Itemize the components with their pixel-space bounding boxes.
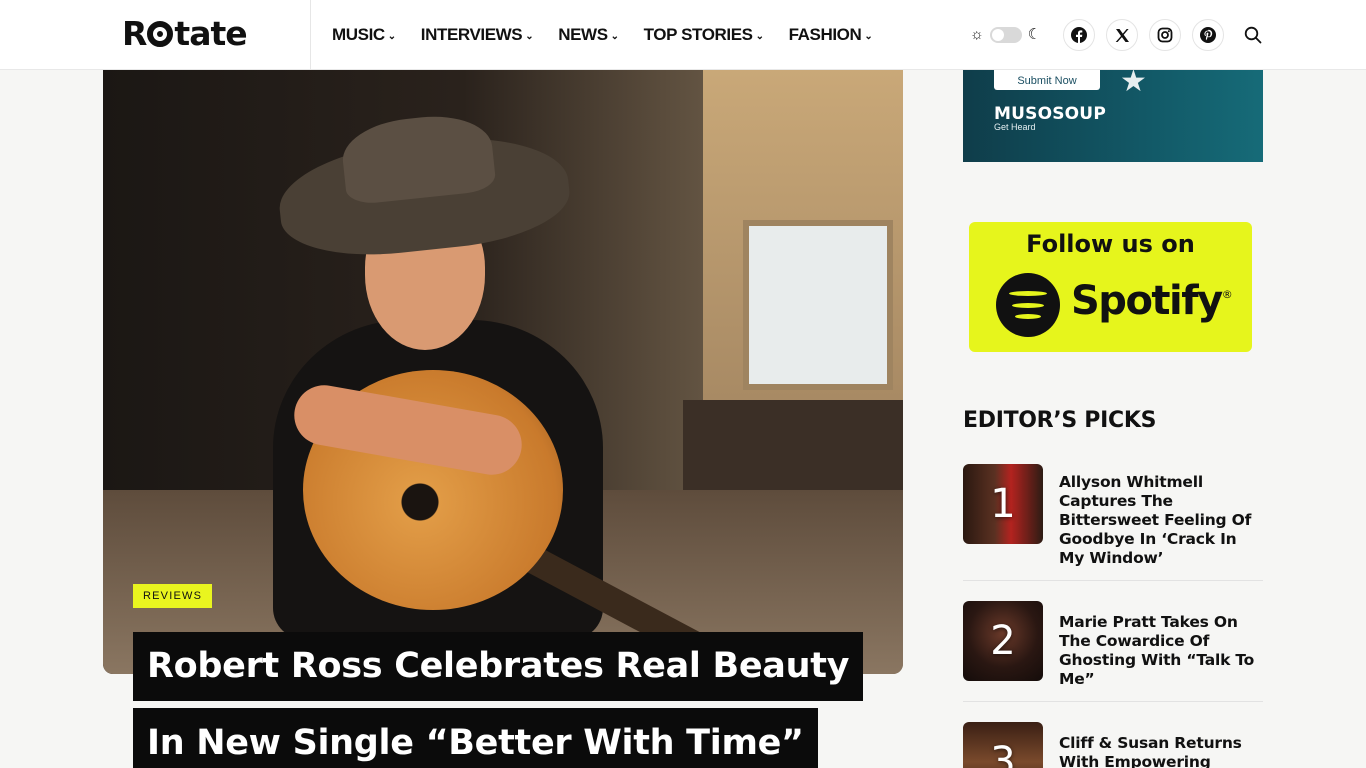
site-header: Rtate MUSIC ⌄ INTERVIEWS ⌄ NEWS ⌄ TOP STORI…: [0, 0, 1366, 70]
nav-label: FASHION: [788, 25, 862, 44]
hero-image-guitarist[interactable]: [103, 70, 903, 674]
main-nav: MUSIC ⌄ INTERVIEWS ⌄ NEWS ⌄ TOP STORIES ⌄ FA…: [332, 0, 897, 70]
nav-label: NEWS: [558, 25, 608, 44]
editors-pick-item[interactable]: 1 Allyson Whitmell Captures The Bittersw…: [963, 464, 1263, 567]
nav-label: INTERVIEWS: [420, 25, 523, 44]
logo-o-ring-icon: [147, 21, 174, 47]
dark-mode-toggle[interactable]: [989, 27, 1022, 43]
nav-label: MUSIC: [332, 25, 385, 44]
star-icon: ★: [1120, 70, 1147, 98]
editors-pick-item[interactable]: 3 Cliff & Susan Returns With Empowering: [963, 722, 1263, 768]
editors-picks-heading: EDITOR’S PICKS: [963, 408, 1157, 433]
category-badge[interactable]: REVIEWS: [133, 584, 213, 608]
hero-door-window: [743, 220, 893, 390]
musosoup-ad[interactable]: Submit Now ★ MUSOSOUP Get Heard: [963, 70, 1263, 162]
hero-doormat: [683, 400, 903, 490]
pick-title[interactable]: Cliff & Susan Returns With Empowering: [1059, 734, 1265, 768]
submit-now-button[interactable]: Submit Now: [994, 70, 1100, 90]
site-logo[interactable]: Rtate: [122, 14, 248, 54]
musosoup-tagline: Get Heard: [994, 122, 1036, 132]
x-link[interactable]: [1106, 19, 1138, 51]
article-title-line-2: In New Single “Better With Time”: [133, 708, 818, 768]
moon-icon: ☾: [1027, 26, 1042, 43]
instagram-icon: [1157, 27, 1173, 43]
nav-item-top-stories[interactable]: TOP STORIES ⌄: [644, 25, 764, 45]
nav-item-fashion[interactable]: FASHION ⌄: [789, 25, 873, 45]
pick-title[interactable]: Marie Pratt Takes On The Cowardice Of Gh…: [1059, 613, 1265, 689]
nav-label: TOP STORIES: [643, 25, 753, 44]
chevron-down-icon: ⌄: [755, 30, 764, 42]
pick-rank: 1: [990, 481, 1016, 527]
spotify-logo-icon: [996, 273, 1060, 337]
pick-title[interactable]: Allyson Whitmell Captures The Bitterswee…: [1059, 473, 1265, 568]
spotify-wordmark: Spotify®: [1071, 278, 1233, 324]
pick-rank: 3: [990, 739, 1016, 768]
registered-mark: ®: [1221, 288, 1233, 301]
chevron-down-icon: ⌄: [610, 30, 619, 42]
article-title-line-1: Robert Ross Celebrates Real Beauty: [133, 632, 864, 701]
instagram-link[interactable]: [1149, 19, 1181, 51]
x-icon: [1115, 28, 1129, 42]
sun-icon: ☼: [970, 26, 984, 43]
spotify-word: Spotify: [1071, 278, 1223, 324]
facebook-icon: [1071, 27, 1087, 43]
spotify-follow-banner[interactable]: Follow us on Spotify®: [969, 222, 1252, 352]
pick-rank: 2: [990, 618, 1016, 664]
spotify-follow-text: Follow us on: [1026, 230, 1195, 258]
nav-item-news[interactable]: NEWS ⌄: [558, 25, 619, 45]
nav-item-interviews[interactable]: INTERVIEWS ⌄: [420, 25, 534, 45]
chevron-down-icon: ⌄: [387, 30, 396, 42]
logo-letter-r: R: [122, 14, 147, 53]
logo-divider: [310, 0, 311, 70]
nav-item-music[interactable]: MUSIC ⌄: [332, 25, 396, 45]
pick-divider: [963, 580, 1263, 581]
pinterest-link[interactable]: [1192, 19, 1224, 51]
chevron-down-icon: ⌄: [864, 30, 873, 42]
musosoup-brand: MUSOSOUP: [994, 104, 1106, 124]
theme-switcher: ☼ ☾: [970, 24, 1041, 46]
editors-pick-item[interactable]: 2 Marie Pratt Takes On The Cowardice Of …: [963, 601, 1263, 688]
search-icon[interactable]: [1244, 26, 1262, 44]
chevron-down-icon: ⌄: [525, 30, 534, 42]
pick-divider: [963, 701, 1263, 702]
hero-hat-crown: [339, 110, 497, 206]
logo-suffix: tate: [174, 14, 247, 53]
pinterest-icon: [1200, 27, 1216, 43]
facebook-link[interactable]: [1063, 19, 1095, 51]
toggle-knob: [991, 29, 1004, 41]
